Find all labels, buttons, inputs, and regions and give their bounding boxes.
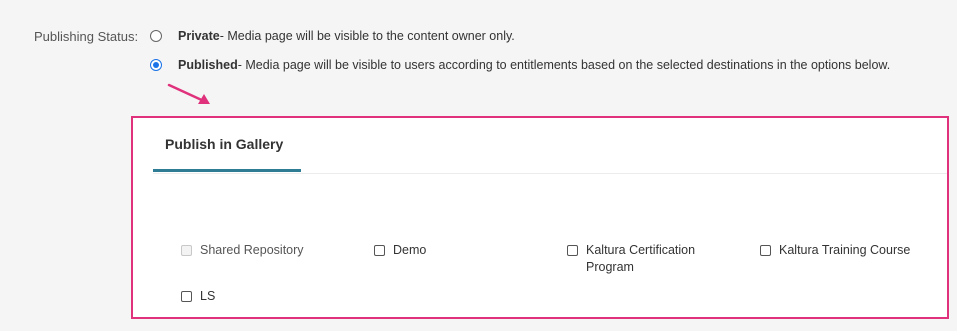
published-option[interactable]: Published - Media page will be visible t… xyxy=(150,58,890,72)
shared-repository-checkbox xyxy=(181,245,192,256)
kaltura-certification-checkbox[interactable] xyxy=(567,245,578,256)
published-radio[interactable] xyxy=(150,59,162,71)
category-kaltura-training-course[interactable]: Kaltura Training Course xyxy=(760,242,910,259)
demo-checkbox[interactable] xyxy=(374,245,385,256)
annotation-arrow-icon xyxy=(167,83,210,104)
active-tab-indicator xyxy=(153,169,301,172)
category-ls[interactable]: LS xyxy=(181,288,215,305)
category-shared-repository: Shared Repository xyxy=(181,242,304,259)
category-demo[interactable]: Demo xyxy=(374,242,426,259)
tab-divider xyxy=(153,173,947,174)
ls-checkbox[interactable] xyxy=(181,291,192,302)
publish-in-gallery-panel: Publish in Gallery Shared Repository Dem… xyxy=(131,116,949,319)
demo-label: Demo xyxy=(393,243,427,257)
kaltura-certification-label: Kaltura Certification Program xyxy=(586,243,696,274)
publishing-status-label: Publishing Status: xyxy=(34,29,139,44)
private-title: Private xyxy=(178,29,220,43)
private-option[interactable]: Private - Media page will be visible to … xyxy=(150,29,515,43)
published-description: - Media page will be visible to users ac… xyxy=(237,58,891,72)
ls-label: LS xyxy=(200,289,216,303)
kaltura-training-course-label: Kaltura Training Course xyxy=(779,243,911,257)
shared-repository-label: Shared Repository xyxy=(200,243,304,257)
private-radio[interactable] xyxy=(150,30,162,42)
private-description: - Media page will be visible to the cont… xyxy=(219,29,515,43)
kaltura-training-course-checkbox[interactable] xyxy=(760,245,771,256)
published-title: Published xyxy=(178,58,238,72)
category-kaltura-certification-program[interactable]: Kaltura Certification Program xyxy=(567,242,695,276)
tab-publish-in-gallery[interactable]: Publish in Gallery xyxy=(165,136,283,152)
